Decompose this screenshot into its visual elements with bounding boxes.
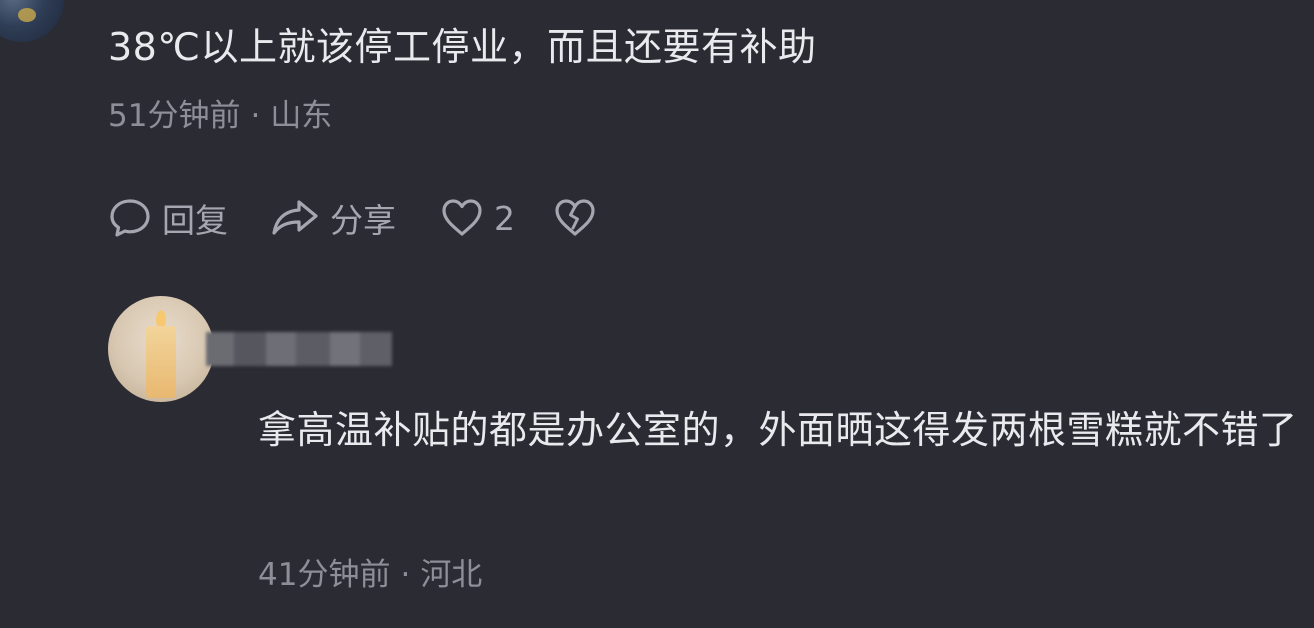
- reply-location: 河北: [420, 557, 483, 593]
- share-label: 分享: [330, 201, 396, 240]
- reply-label: 回复: [162, 201, 228, 240]
- comment-location: 山东: [270, 98, 333, 134]
- like-button[interactable]: 2: [440, 196, 515, 240]
- broken-heart-icon: [553, 196, 597, 240]
- reply-time: 41分钟前: [258, 557, 391, 593]
- reply-meta: 41分钟前 · 河北: [258, 555, 482, 595]
- comment-meta: 51分钟前 · 山东: [108, 96, 332, 136]
- reply-text: 拿高温补贴的都是办公室的，外面晒这得发两根雪糕就不错了: [258, 408, 1298, 452]
- speech-bubble-icon: [108, 196, 152, 240]
- reply-avatar[interactable]: [108, 296, 214, 402]
- meta-separator: ·: [400, 557, 411, 593]
- commenter-avatar[interactable]: [0, 0, 64, 42]
- heart-icon: [440, 196, 484, 240]
- dislike-button[interactable]: [553, 196, 597, 240]
- comment-time: 51分钟前: [108, 98, 241, 134]
- reply-username-redacted: [206, 318, 392, 388]
- share-button[interactable]: 分享: [270, 194, 396, 242]
- like-count: 2: [494, 198, 515, 238]
- comment-text: 38℃以上就该停工停业，而且还要有补助: [108, 25, 817, 69]
- comment-actions: 回复 分享 2: [108, 195, 597, 241]
- share-arrow-icon: [270, 196, 320, 240]
- avatar-candle: [146, 326, 176, 398]
- reply-button[interactable]: 回复: [108, 194, 228, 242]
- meta-separator: ·: [250, 98, 261, 134]
